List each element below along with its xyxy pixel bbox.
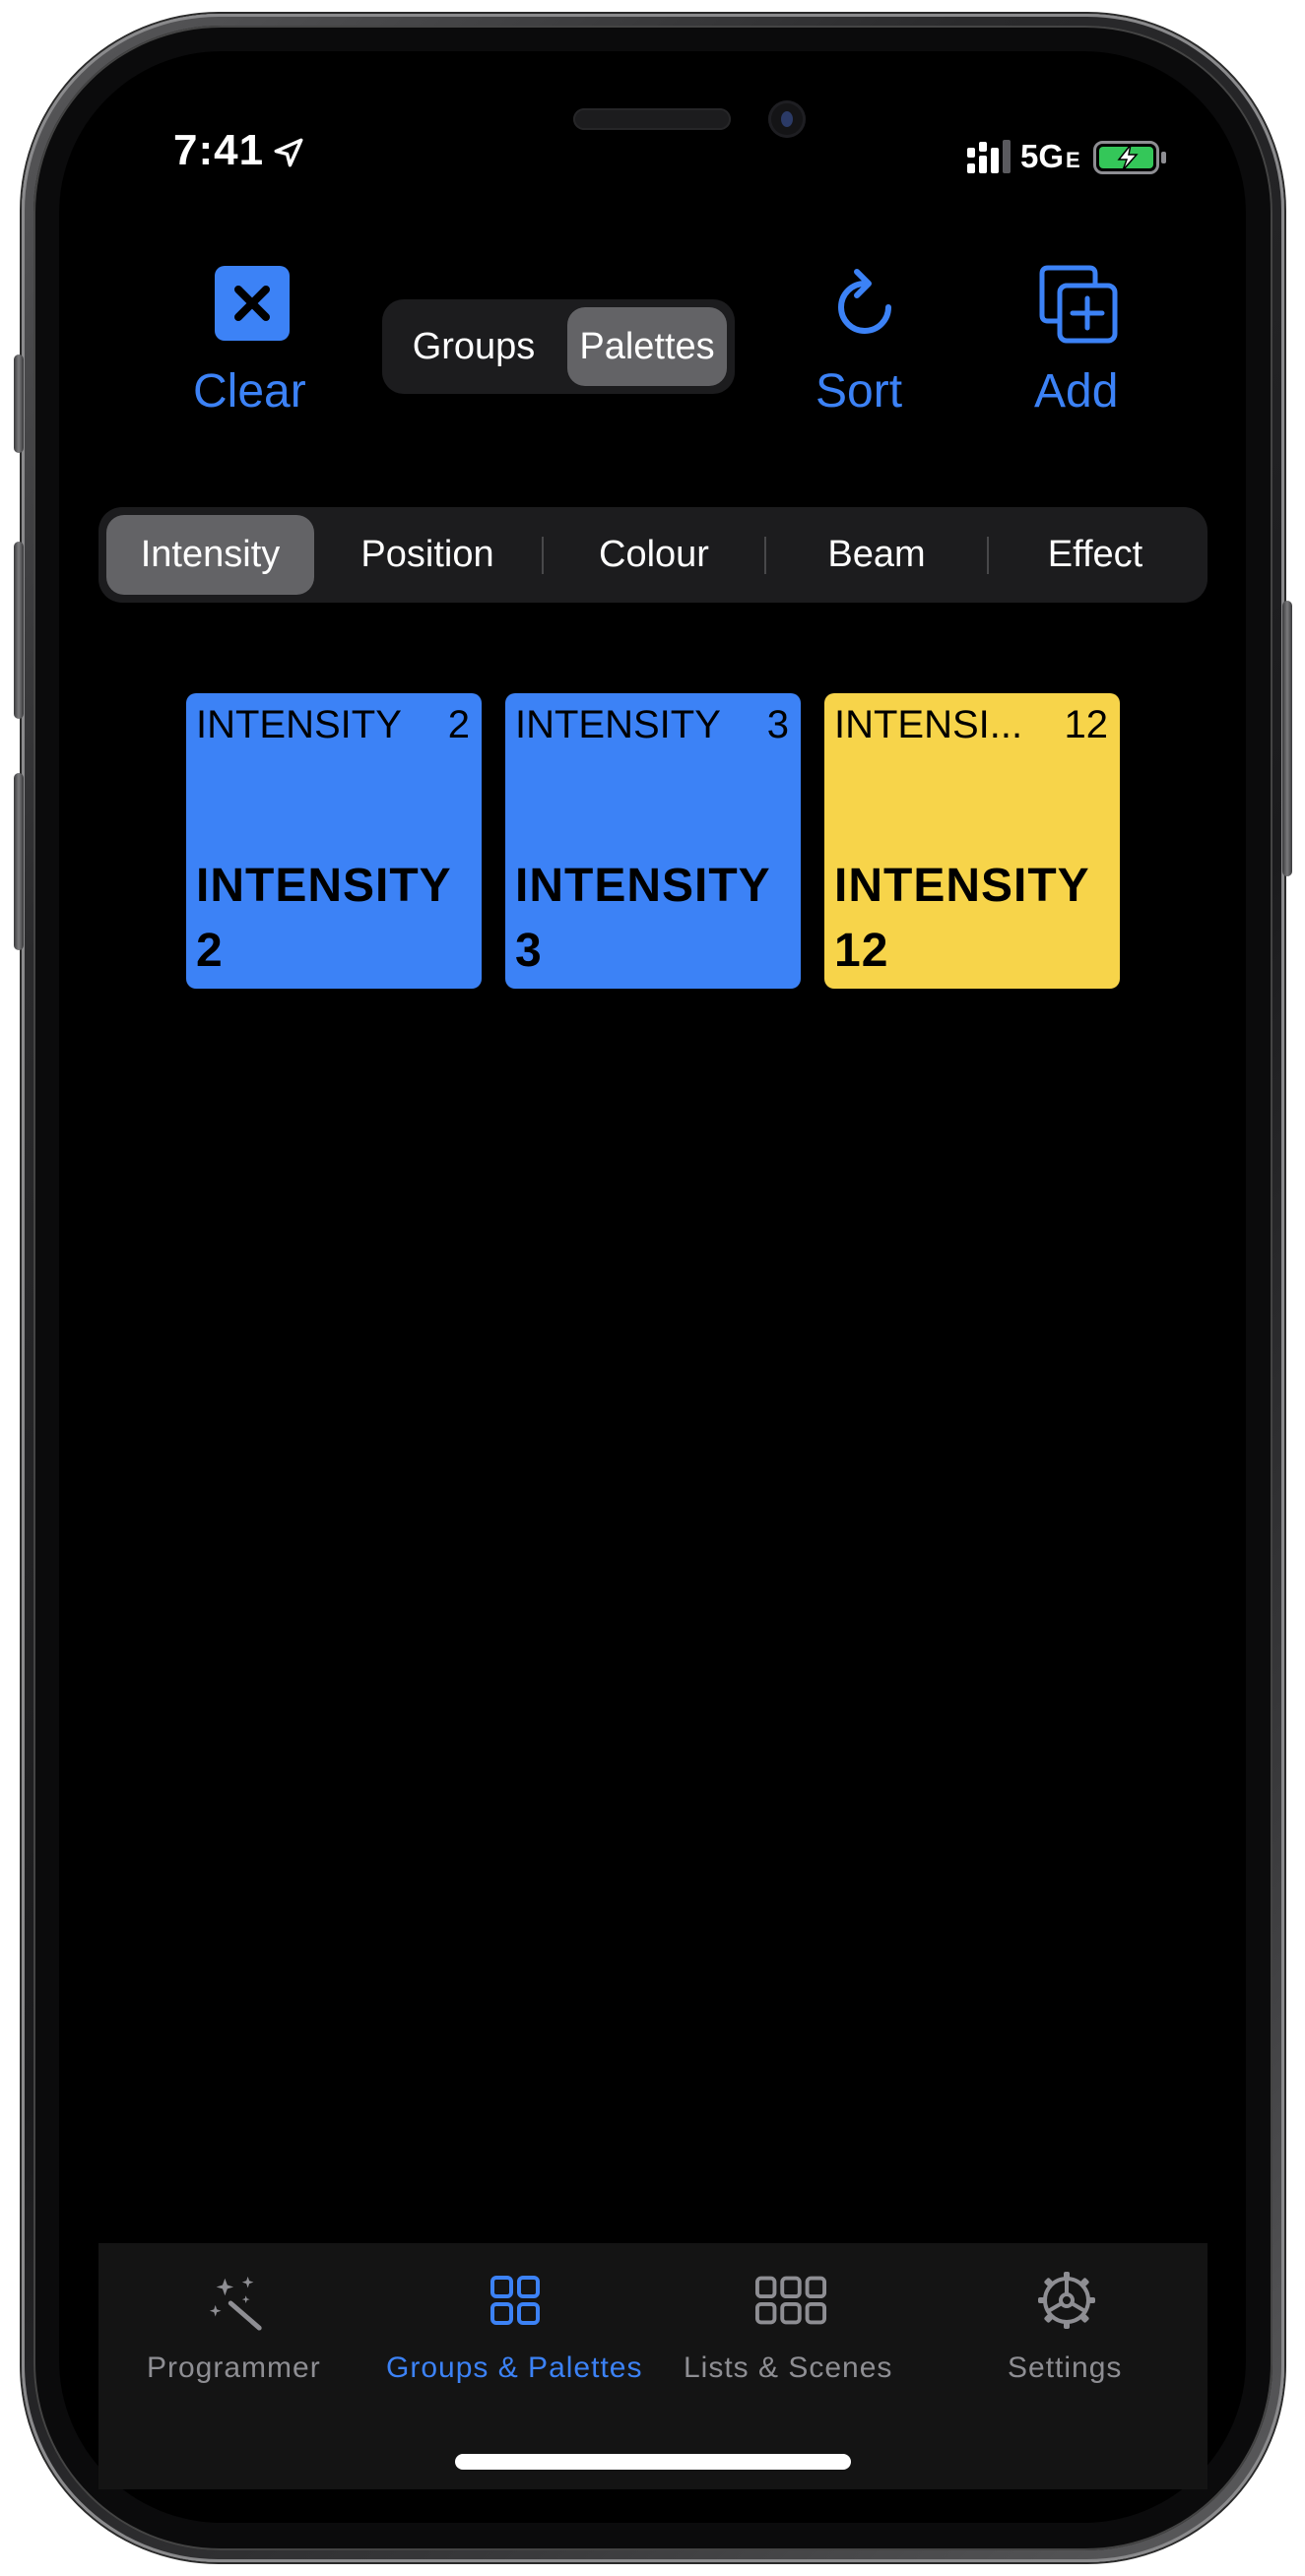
add-copy-icon: [1039, 265, 1118, 344]
tab-label: Groups & Palettes: [386, 2351, 643, 2384]
cellular-signal-icon: [967, 140, 1011, 173]
palette-name: INTENSITY 3: [515, 854, 793, 984]
palette-name-line: 12: [834, 925, 889, 977]
palette-name-line: INTENSITY: [515, 860, 771, 912]
speaker-grille: [573, 108, 731, 130]
front-camera: [768, 100, 806, 138]
segment-groups[interactable]: Groups: [390, 307, 557, 386]
segment-palettes[interactable]: Palettes: [567, 307, 727, 386]
home-indicator[interactable]: [455, 2454, 851, 2470]
volume-down-button: [14, 773, 24, 950]
palette-name-line: INTENSITY: [834, 860, 1090, 912]
palette-tile[interactable]: INTENSITY 3 INTENSITY 3: [505, 693, 801, 989]
battery-charging-icon: [1093, 141, 1166, 174]
palette-header: INTENSITY 2: [196, 703, 470, 747]
refresh-icon: [838, 269, 891, 334]
palette-tile[interactable]: INTENSI... 12 INTENSITY 12: [824, 693, 1120, 989]
segment-divider: [987, 537, 989, 574]
add-label: Add: [1034, 365, 1119, 418]
gear-icon: [1038, 2272, 1095, 2329]
power-button: [1282, 601, 1292, 876]
palette-type: INTENSI...: [834, 703, 1023, 746]
segment-divider: [542, 537, 544, 574]
tab-label: Programmer: [147, 2351, 321, 2384]
segment-intensity[interactable]: Intensity: [106, 515, 314, 595]
segment-divider: [764, 537, 766, 574]
palette-number: 12: [1064, 703, 1109, 746]
segment-position[interactable]: Position: [317, 515, 538, 595]
location-arrow-icon: [274, 138, 303, 167]
grid-3x2-icon: [754, 2276, 827, 2325]
segment-beam[interactable]: Beam: [768, 515, 985, 595]
status-time: 7:41: [173, 126, 265, 174]
palette-name-line: INTENSITY: [196, 860, 452, 912]
mode-segmented-control: Groups Palettes: [382, 299, 735, 394]
palette-tile[interactable]: INTENSITY 2 INTENSITY 2: [186, 693, 482, 989]
palette-name: INTENSITY 12: [834, 854, 1112, 984]
category-segmented-control: Intensity Position Colour Beam Effect: [98, 507, 1207, 603]
palette-number: 3: [766, 703, 789, 746]
segment-colour[interactable]: Colour: [546, 515, 762, 595]
palette-header: INTENSI... 12: [834, 703, 1108, 747]
palette-type: INTENSITY: [196, 703, 402, 746]
palette-name-line: 2: [196, 925, 224, 977]
volume-up-button: [14, 542, 24, 719]
palette-name: INTENSITY 2: [196, 854, 474, 984]
network-type: 5GE: [1020, 138, 1080, 175]
segment-effect[interactable]: Effect: [991, 515, 1200, 595]
silent-switch: [14, 354, 24, 453]
palette-type: INTENSITY: [515, 703, 721, 746]
palette-header: INTENSITY 3: [515, 703, 789, 747]
clear-icon: [215, 266, 290, 341]
grid-2x2-icon: [490, 2276, 540, 2325]
screen: [59, 51, 1246, 2523]
tab-label: Settings: [1008, 2351, 1123, 2384]
palette-name-line: 3: [515, 925, 543, 977]
palette-number: 2: [447, 703, 470, 746]
magic-wand-icon: [209, 2276, 262, 2331]
network-label: 5G: [1020, 138, 1065, 174]
network-suffix: E: [1066, 148, 1080, 172]
sort-label: Sort: [816, 365, 903, 418]
clear-label: Clear: [193, 365, 306, 418]
tab-label: Lists & Scenes: [684, 2351, 893, 2384]
